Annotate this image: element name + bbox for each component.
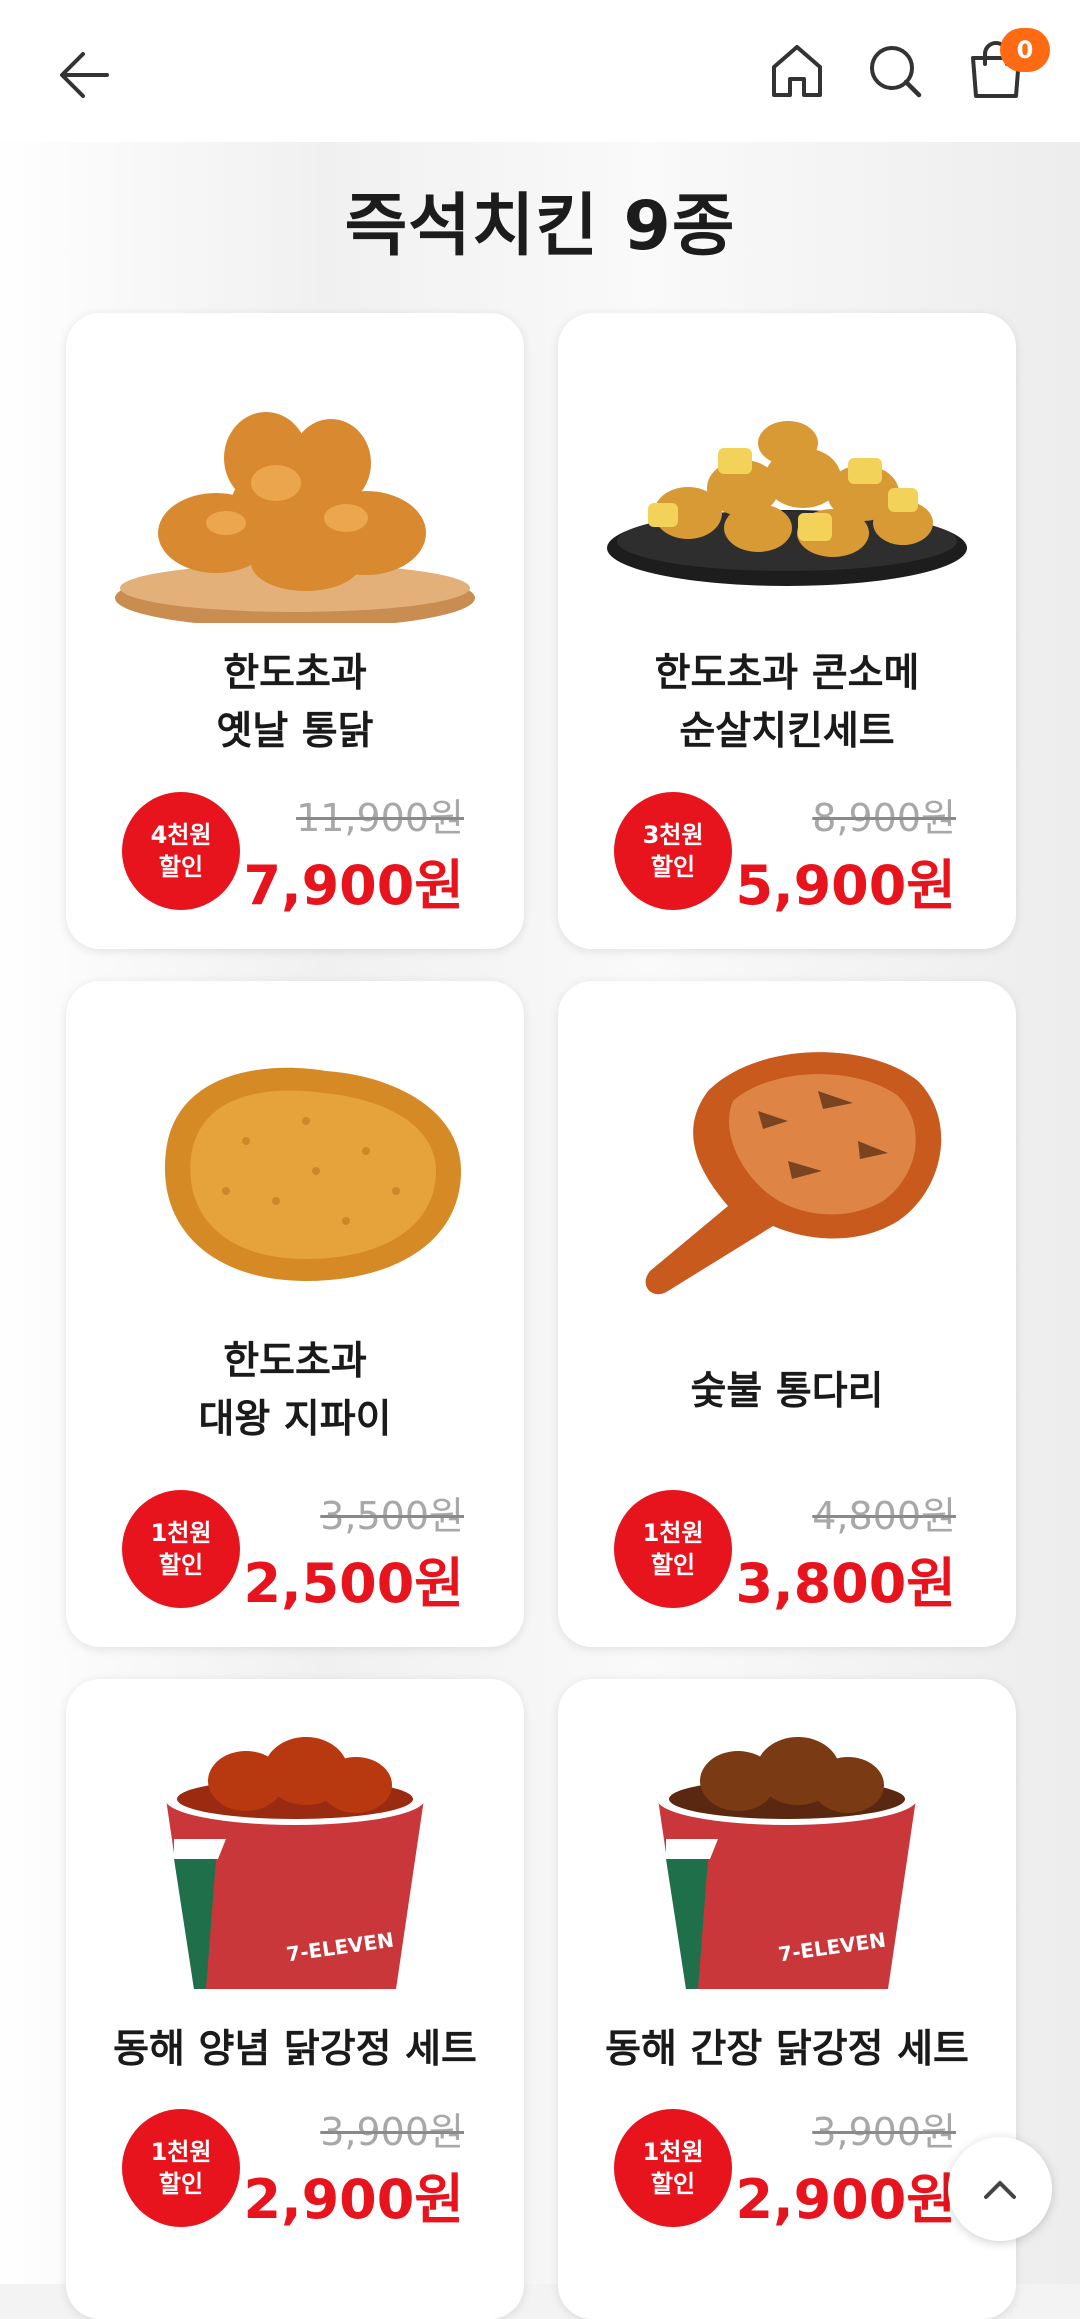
sale-price: 7,900원: [243, 854, 465, 917]
back-button[interactable]: [50, 40, 120, 110]
top-bar: [0, 0, 1080, 142]
product-name-line2: 순살치킨세트: [679, 709, 895, 754]
discount-amount: 4천원: [150, 821, 212, 849]
discount-amount: 1천원: [642, 1519, 704, 1547]
product-image-soy-chicken-cup: 7-ELEVEN: [657, 1737, 917, 1989]
product-card[interactable]: 숯불 통다리 1천원 할인 4,800원 3,800원: [558, 981, 1016, 1647]
discount-badge: 1천원 할인: [614, 1490, 732, 1608]
page-title: 즉석치킨 9종: [344, 187, 736, 266]
product-name-line1: 한도초과: [223, 1339, 367, 1384]
sale-price: 2,900원: [735, 2168, 957, 2231]
product-name-line1: 한도초과: [223, 651, 367, 696]
original-price: 11,900원: [296, 796, 464, 840]
product-image-corn-chicken: [607, 421, 967, 586]
discount-amount: 1천원: [642, 2138, 704, 2166]
product-name: 동해 간장 닭강정 세트: [605, 2027, 969, 2072]
product-card[interactable]: 7-ELEVEN 동해 간장 닭강정 세트 1천원 할인 3,900원 2,90…: [558, 1679, 1016, 2319]
discount-label: 할인: [158, 2170, 204, 2198]
product-image-sweet-spicy-chicken-cup: 7-ELEVEN: [165, 1737, 425, 1989]
original-price: 3,900원: [812, 2110, 956, 2154]
discount-badge: 4천원 할인: [122, 792, 240, 910]
discount-badge: 3천원 할인: [614, 792, 732, 910]
discount-label: 할인: [650, 2170, 696, 2198]
product-name: 숯불 통다리: [690, 1369, 884, 1414]
search-icon: [870, 46, 922, 98]
original-price: 4,800원: [812, 1494, 956, 1538]
home-button[interactable]: [762, 36, 832, 106]
product-card[interactable]: 7-ELEVEN 동해 양념 닭강정 세트 1천원 할인 3,900원 2,90…: [66, 1679, 524, 2319]
chevron-up-icon: [984, 2181, 1016, 2199]
scroll-to-top-button[interactable]: [948, 2137, 1052, 2241]
discount-label: 할인: [650, 853, 696, 881]
original-price: 3,500원: [320, 1494, 464, 1538]
discount-label: 할인: [158, 1551, 204, 1579]
sale-price: 2,500원: [243, 1552, 465, 1615]
product-card[interactable]: 한도초과 옛날 통닭 4천원 할인 11,900원 7,900원: [66, 313, 524, 949]
discount-amount: 3천원: [642, 821, 704, 849]
product-image-grilled-drumstick: [645, 1052, 942, 1295]
product-image-giant-chicken-cutlet: [164, 1067, 461, 1281]
sale-price: 3,800원: [735, 1552, 957, 1615]
discount-label: 할인: [650, 1551, 696, 1579]
product-card[interactable]: 한도초과 콘소메 순살치킨세트 3천원 할인 8,900원 5,900원: [558, 313, 1016, 949]
product-card[interactable]: 한도초과 대왕 지파이 1천원 할인 3,500원 2,500원: [66, 981, 524, 1647]
product-name-line2: 대왕 지파이: [198, 1397, 392, 1442]
search-button[interactable]: [860, 36, 930, 106]
discount-badge: 1천원 할인: [614, 2109, 732, 2227]
home-icon: [772, 45, 822, 97]
discount-amount: 1천원: [150, 2138, 212, 2166]
product-name: 동해 양념 닭강정 세트: [113, 2027, 477, 2072]
cart-count-badge: 0: [1000, 28, 1050, 72]
discount-amount: 1천원: [150, 1519, 212, 1547]
sale-price: 5,900원: [735, 854, 957, 917]
sale-price: 2,900원: [243, 2168, 465, 2231]
original-price: 8,900원: [812, 796, 956, 840]
product-name-line2: 옛날 통닭: [216, 709, 374, 754]
arrow-left-icon: [60, 52, 109, 98]
discount-badge: 1천원 할인: [122, 1490, 240, 1608]
discount-badge: 1천원 할인: [122, 2109, 240, 2227]
product-image-fried-chicken: [115, 412, 475, 623]
discount-label: 할인: [158, 853, 204, 881]
original-price: 3,900원: [320, 2110, 464, 2154]
product-name-line1: 한도초과 콘소메: [654, 651, 920, 696]
